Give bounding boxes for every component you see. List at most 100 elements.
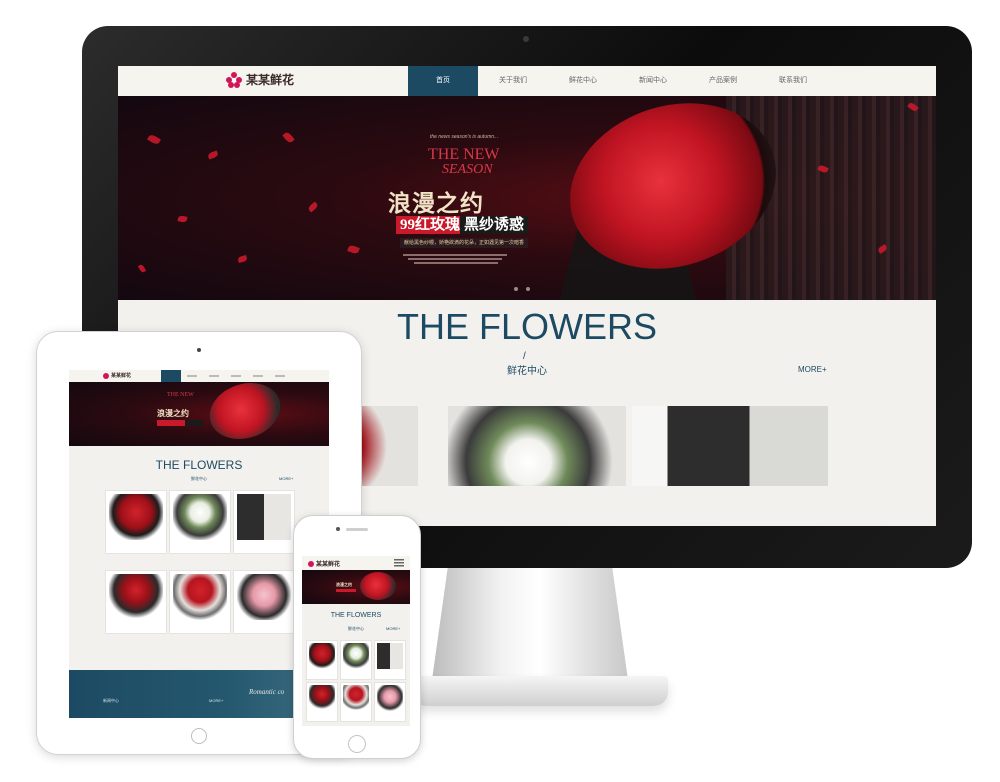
flowers-section-title: THE FLOWERS [330, 612, 382, 619]
product-image [343, 685, 369, 711]
petal-decoration [347, 244, 360, 255]
slider-dot[interactable] [526, 287, 530, 291]
product-image [377, 685, 403, 711]
tablet-nav-items[interactable] [187, 375, 297, 377]
product-tile[interactable] [233, 570, 295, 634]
flower-logo-icon [226, 71, 242, 88]
monitor-base [412, 676, 668, 706]
product-tile[interactable] [233, 490, 295, 554]
product-image [377, 643, 403, 669]
phone-mockup: 某某鲜花 浪漫之约 THE FLOWERS 鲜花中心 MORE+ [293, 515, 421, 759]
tablet-home-button[interactable] [191, 728, 207, 744]
brand-name: 某某鲜花 [246, 73, 295, 87]
petal-decoration [177, 215, 188, 223]
product-tile[interactable] [105, 570, 167, 634]
product-card[interactable] [448, 406, 626, 486]
banner-tag-red [336, 589, 356, 592]
petal-decoration [147, 133, 161, 146]
footer-romantic-text: Romantic co [249, 688, 285, 696]
product-image [237, 574, 291, 620]
rose-bouquet-image [202, 382, 288, 446]
brand-name: 某某鲜花 [316, 562, 341, 568]
phone-nav-bar: 某某鲜花 [302, 556, 410, 570]
product-tile[interactable] [374, 682, 406, 722]
brand-name: 某某鲜花 [111, 374, 132, 379]
petal-decoration [207, 150, 219, 160]
phone-screen: 某某鲜花 浪漫之约 THE FLOWERS 鲜花中心 MORE+ [302, 556, 410, 726]
product-tile[interactable] [306, 640, 338, 680]
product-card[interactable] [632, 406, 828, 486]
slider-dots [514, 287, 530, 291]
nav-item-news[interactable]: 新闻中心 [618, 66, 688, 96]
webcam [523, 36, 529, 42]
hero-banner[interactable]: the news season's is autumn... THE NEW S… [118, 96, 936, 300]
product-tile[interactable] [374, 640, 406, 680]
section-divider: / [523, 351, 526, 362]
hamburger-menu-icon[interactable] [394, 559, 404, 567]
product-image [237, 494, 291, 540]
desktop-menu: 首页 关于我们 鲜花中心 新闻中心 产品案例 联系我们 [408, 66, 828, 96]
product-image [173, 574, 227, 620]
footer-news-label: 新闻中心 [103, 698, 119, 703]
phone-logo[interactable]: 某某鲜花 [308, 559, 340, 568]
tablet-hero-banner[interactable]: THE NEW 浪漫之约 [69, 382, 329, 446]
nav-item-home[interactable]: 首页 [408, 66, 478, 96]
desktop-nav-bar: 某某鲜花 首页 关于我们 鲜花中心 新闻中心 产品案例 联系我们 [118, 66, 936, 96]
nav-item-cases[interactable]: 产品案例 [688, 66, 758, 96]
petal-decoration [137, 263, 147, 274]
banner-season-line2: SEASON [442, 162, 493, 177]
banner-season-line1: THE NEW [167, 392, 194, 398]
product-tile[interactable] [169, 570, 231, 634]
tablet-screen: 某某鲜花 THE NEW 浪漫之约 THE FLOWERS 鲜花中心 MORE+ [69, 370, 329, 718]
tablet-logo[interactable]: 某某鲜花 [103, 372, 131, 379]
product-tile[interactable] [340, 640, 372, 680]
banner-tagline: 献给黑色纱幔，娇艳欲滴的花朵，正如遇见第一次暗香 [400, 238, 529, 248]
petal-decoration [237, 254, 248, 264]
flower-logo-icon [103, 372, 109, 379]
flower-logo-icon [308, 560, 314, 567]
product-image [173, 494, 227, 540]
banner-subtitle: the news season's is autumn... [430, 134, 499, 140]
tablet-nav-bar: 某某鲜花 [69, 370, 329, 382]
nav-item-about[interactable]: 关于我们 [478, 66, 548, 96]
banner-fine-print [403, 254, 507, 256]
more-link[interactable]: MORE+ [798, 365, 827, 374]
footer-more-link[interactable]: MORE+ [209, 698, 223, 703]
petal-decoration [307, 201, 319, 213]
more-link[interactable]: MORE+ [279, 476, 293, 481]
desktop-logo[interactable]: 某某鲜花 [226, 71, 294, 88]
more-link[interactable]: MORE+ [386, 626, 400, 631]
rose-bouquet-image [360, 572, 396, 600]
product-image [343, 643, 369, 669]
product-tile[interactable] [340, 682, 372, 722]
nav-item-contact[interactable]: 联系我们 [758, 66, 828, 96]
white-flowers-image [448, 406, 626, 486]
banner-tag-dark: 黑纱诱惑 [460, 216, 529, 234]
banner-title: 浪漫之约 [336, 582, 352, 587]
tablet-news-footer [69, 670, 329, 718]
slider-dot[interactable] [514, 287, 518, 291]
product-tile[interactable] [169, 490, 231, 554]
product-tile[interactable] [306, 682, 338, 722]
banner-title: 浪漫之约 [388, 191, 484, 216]
banner-tag-dark [185, 420, 203, 426]
banner-title: 浪漫之约 [157, 409, 189, 418]
product-image [109, 494, 163, 540]
banner-fine-print [414, 262, 498, 264]
monitor-stand [432, 568, 628, 680]
phone-speaker [346, 528, 368, 531]
tablet-nav-home[interactable] [161, 370, 181, 382]
nav-item-flowers[interactable]: 鲜花中心 [548, 66, 618, 96]
product-image [309, 643, 335, 669]
mixed-bouquet-image [632, 406, 828, 486]
phone-hero-banner[interactable]: 浪漫之约 [302, 570, 410, 604]
product-image [109, 574, 163, 620]
banner-tag-red [157, 420, 185, 426]
product-image [309, 685, 335, 711]
banner-tag-red: 99红玫瑰 [396, 216, 465, 234]
phone-camera [336, 527, 340, 531]
banner-fine-print [408, 258, 502, 260]
phone-home-button[interactable] [348, 735, 366, 753]
product-tile[interactable] [105, 490, 167, 554]
petal-decoration [282, 131, 295, 144]
